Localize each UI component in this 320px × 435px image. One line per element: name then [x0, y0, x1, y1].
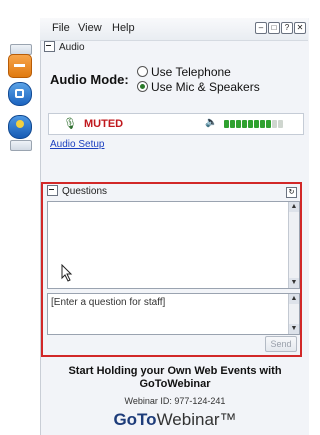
speaker-icon[interactable]: 🔈 [205, 117, 217, 128]
radio-selected-icon[interactable] [137, 81, 148, 93]
restore-icon[interactable]: □ [268, 22, 280, 34]
level-segment [272, 120, 277, 128]
menu-bar: File View Help – □ ? ✕ [40, 18, 308, 41]
question-input[interactable]: [Enter a question for staff] ▲ ▼ [47, 293, 300, 335]
menu-help[interactable]: Help [112, 22, 135, 34]
level-segment [278, 120, 283, 128]
scroll-down-icon[interactable]: ▼ [289, 278, 299, 288]
radio-use-mic-speakers[interactable]: Use Mic & Speakers [137, 80, 260, 94]
screen-icon[interactable] [8, 82, 32, 106]
muted-status: MUTED [84, 118, 124, 130]
scrollbar[interactable]: ▲ ▼ [288, 294, 299, 334]
logo-bold: GoTo [113, 410, 157, 429]
promo-text[interactable]: Start Holding your Own Web Events with G… [44, 365, 306, 391]
level-segment [230, 120, 235, 128]
level-segment [260, 120, 265, 128]
minimize-icon[interactable]: – [255, 22, 267, 34]
gotowebinar-logo[interactable]: GoToWebinar™ [44, 410, 306, 430]
level-segment [254, 120, 259, 128]
help-icon[interactable]: ? [281, 22, 293, 34]
menu-file[interactable]: File [52, 22, 70, 34]
audio-setup-link[interactable]: Audio Setup [50, 139, 105, 150]
audio-mode-label: Audio Mode: [50, 72, 129, 87]
level-segment [242, 120, 247, 128]
questions-panel: Questions ↻ ▲ ▼ [Enter a question for st… [41, 182, 302, 357]
collapse-icon[interactable] [44, 41, 55, 52]
scrollbar[interactable]: ▲ ▼ [288, 202, 299, 288]
scroll-down-icon[interactable]: ▼ [289, 324, 299, 334]
promo-line-1: Start Holding your Own Web Events with [68, 365, 282, 377]
questions-section-header[interactable]: Questions [47, 185, 108, 198]
menu-view[interactable]: View [78, 22, 102, 34]
promo-line-2: GoToWebinar [139, 378, 211, 390]
audio-section-header[interactable]: Audio [44, 41, 304, 56]
rail-tab[interactable] [10, 140, 32, 151]
side-rail [0, 0, 40, 435]
collapse-icon[interactable] [47, 185, 58, 196]
questions-log[interactable]: ▲ ▼ [47, 201, 300, 289]
raise-hand-icon[interactable] [8, 115, 32, 139]
level-segment [248, 120, 253, 128]
send-button[interactable]: Send [265, 336, 297, 352]
popout-icon[interactable]: ↻ [286, 187, 297, 198]
scroll-up-icon[interactable]: ▲ [289, 294, 299, 304]
radio-label: Use Mic & Speakers [151, 80, 260, 94]
scroll-up-icon[interactable]: ▲ [289, 202, 299, 212]
audio-level-meter [224, 120, 283, 128]
audio-section-title: Audio [59, 42, 85, 54]
arrow-icon[interactable] [8, 54, 32, 78]
level-segment [266, 120, 271, 128]
radio-icon[interactable] [137, 66, 148, 78]
logo-rest: Webinar™ [156, 410, 237, 429]
mouse-cursor-icon [61, 264, 73, 282]
webinar-id: Webinar ID: 977-124-241 [124, 396, 226, 406]
level-segment [224, 120, 229, 128]
microphone-icon[interactable]: 🎙 [63, 117, 77, 130]
level-segment [236, 120, 241, 128]
window-buttons: – □ ? ✕ [255, 22, 306, 34]
question-input-placeholder: [Enter a question for staff] [51, 297, 166, 308]
close-icon[interactable]: ✕ [294, 22, 306, 34]
radio-label: Use Telephone [151, 65, 231, 79]
radio-use-telephone[interactable]: Use Telephone [137, 65, 231, 79]
questions-section-title: Questions [62, 186, 108, 198]
audio-status-bar: 🎙 MUTED 🔈 [48, 113, 304, 135]
